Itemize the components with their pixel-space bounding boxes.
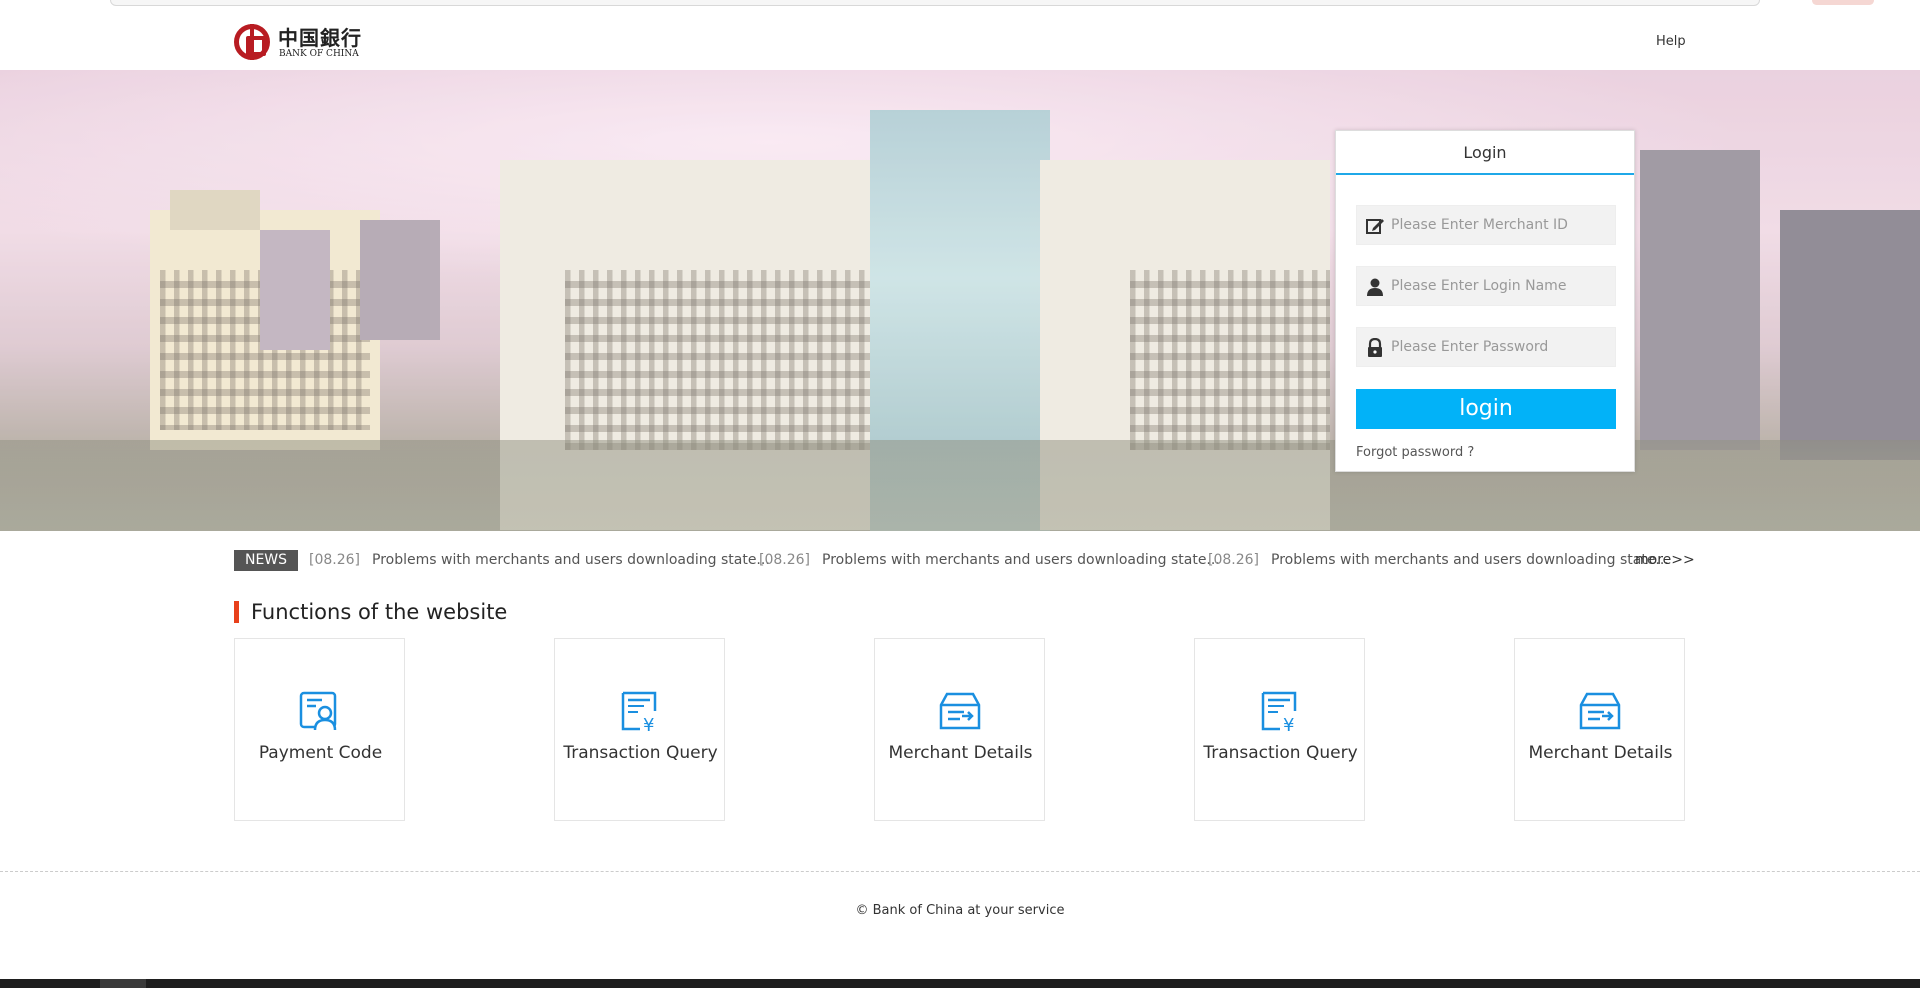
lock-icon bbox=[1368, 338, 1382, 357]
merchant-details-icon bbox=[939, 692, 981, 730]
news-date: [08.26] bbox=[759, 552, 811, 568]
news-more-link[interactable]: more>> bbox=[1635, 552, 1695, 568]
edit-icon bbox=[1366, 219, 1384, 234]
password-input[interactable] bbox=[1391, 328, 1611, 366]
merchant-id-field[interactable] bbox=[1356, 205, 1616, 245]
card-transaction-query[interactable]: ¥ Transaction Query bbox=[554, 638, 725, 821]
news-date: [08.26] bbox=[1208, 552, 1260, 568]
browser-profile-pill[interactable] bbox=[1812, 0, 1874, 5]
function-cards: Payment Code ¥ Transaction Query Merchan… bbox=[234, 638, 1686, 821]
transaction-query-icon: ¥ bbox=[621, 691, 657, 733]
logo-english-text: BANK OF CHINA bbox=[279, 49, 359, 59]
card-merchant-details[interactable]: Merchant Details bbox=[1514, 638, 1685, 821]
merchant-id-input[interactable] bbox=[1391, 206, 1611, 244]
login-name-input[interactable] bbox=[1391, 267, 1611, 305]
login-name-field[interactable] bbox=[1356, 266, 1616, 306]
boc-emblem-icon bbox=[234, 24, 270, 60]
login-title: Login bbox=[1336, 131, 1634, 175]
news-title: Problems with merchants and users downlo… bbox=[372, 552, 770, 568]
svg-text:¥: ¥ bbox=[1283, 715, 1294, 733]
taskbar-item[interactable] bbox=[100, 979, 146, 988]
os-taskbar bbox=[0, 979, 1920, 988]
forgot-password-link[interactable]: Forgot password ? bbox=[1356, 445, 1474, 460]
news-item[interactable]: [08.26] Problems with merchants and users… bbox=[759, 552, 1220, 568]
svg-text:¥: ¥ bbox=[643, 715, 654, 733]
merchant-details-icon bbox=[1579, 692, 1621, 730]
functions-section-title: Functions of the website bbox=[234, 601, 507, 623]
news-ticker: NEWS [08.26] Problems with merchants and … bbox=[234, 550, 1695, 572]
card-merchant-details[interactable]: Merchant Details bbox=[874, 638, 1045, 821]
help-link[interactable]: Help bbox=[1656, 34, 1686, 49]
card-label: Transaction Query bbox=[1203, 743, 1358, 763]
login-panel: Login login Forgot password ? bbox=[1335, 130, 1635, 472]
footer-copyright: © Bank of China at your service bbox=[855, 903, 1065, 918]
footer-divider bbox=[0, 871, 1920, 872]
user-icon bbox=[1367, 278, 1383, 296]
bank-of-china-logo[interactable]: 中国銀行 BANK OF CHINA bbox=[234, 22, 364, 60]
card-transaction-query[interactable]: ¥ Transaction Query bbox=[1194, 638, 1365, 821]
card-label: Merchant Details bbox=[1528, 743, 1673, 763]
card-label: Merchant Details bbox=[888, 743, 1033, 763]
payment-code-icon bbox=[299, 691, 337, 731]
browser-chrome-top bbox=[0, 0, 1920, 8]
news-title: Problems with merchants and users downlo… bbox=[1271, 552, 1669, 568]
site-header: 中国銀行 BANK OF CHINA Help bbox=[0, 8, 1920, 70]
login-button[interactable]: login bbox=[1356, 389, 1616, 429]
news-badge: NEWS bbox=[234, 550, 298, 571]
card-label: Transaction Query bbox=[563, 743, 718, 763]
transaction-query-icon: ¥ bbox=[1261, 691, 1297, 733]
news-item[interactable]: [08.26] Problems with merchants and users… bbox=[1208, 552, 1669, 568]
news-item[interactable]: [08.26] Problems with merchants and users… bbox=[309, 552, 770, 568]
card-label: Payment Code bbox=[258, 743, 383, 763]
logo-chinese-text: 中国銀行 bbox=[278, 26, 362, 50]
password-field[interactable] bbox=[1356, 327, 1616, 367]
news-title: Problems with merchants and users downlo… bbox=[822, 552, 1220, 568]
card-payment-code[interactable]: Payment Code bbox=[234, 638, 405, 821]
news-date: [08.26] bbox=[309, 552, 361, 568]
address-bar[interactable] bbox=[110, 0, 1760, 6]
